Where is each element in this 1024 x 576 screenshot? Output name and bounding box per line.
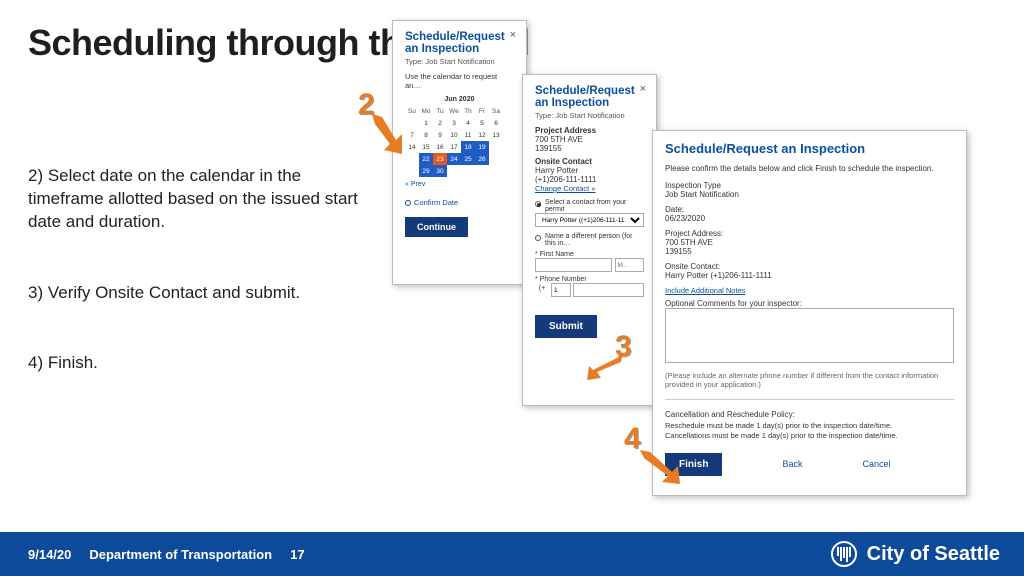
onsite-contact-value: Harry Potter (+1)206-111-1111 xyxy=(665,271,954,280)
confirm-instruction: Please confirm the details below and cli… xyxy=(665,164,954,173)
phone-label: Phone Number xyxy=(535,276,644,283)
policy-cancel: Cancellations must be made 1 day(s) prio… xyxy=(665,431,954,441)
divider xyxy=(665,399,954,400)
contact-name: Harry Potter xyxy=(535,166,644,175)
prev-link[interactable]: « Prev xyxy=(405,181,425,188)
first-name-input[interactable] xyxy=(535,258,612,272)
project-address-label: Project Address: xyxy=(665,229,954,238)
address-line1: 700 5TH AVE xyxy=(535,135,644,144)
phone-input[interactable] xyxy=(573,283,644,297)
back-link[interactable]: Back xyxy=(782,459,802,469)
policy-reschedule: Reschedule must be made 1 day(s) prior t… xyxy=(665,421,954,431)
name-different-option[interactable]: Name a different person (for this in… xyxy=(535,233,644,247)
step-4-callout: 4 xyxy=(624,422,641,456)
select-contact-label: Select a contact from your permit xyxy=(545,199,644,213)
footer-date: 9/14/20 xyxy=(28,547,71,562)
submit-button[interactable]: Submit xyxy=(535,315,597,338)
first-name-label: First Name xyxy=(535,251,644,258)
inspection-type-label: Inspection Type xyxy=(665,181,954,190)
footer-brand: City of Seattle xyxy=(831,541,1000,567)
address-line2: 139155 xyxy=(535,144,644,153)
radio-icon xyxy=(535,201,541,207)
step-3-text: 3) Verify Onsite Contact and submit. xyxy=(28,282,358,305)
project-address-1: 700 5TH AVE xyxy=(665,238,954,247)
date-label: Date: xyxy=(665,205,954,214)
date-value: 06/23/2020 xyxy=(665,214,954,223)
country-code-prefix: (+ xyxy=(535,283,549,297)
step-2-text: 2) Select date on the calendar in the ti… xyxy=(28,165,358,234)
include-notes-link[interactable]: Include Additional Notes xyxy=(665,286,745,295)
comments-label: Optional Comments for your inspector: xyxy=(665,299,954,308)
close-icon[interactable]: × xyxy=(640,83,646,95)
name-different-label: Name a different person (for this in… xyxy=(545,233,644,247)
contact-select[interactable]: Harry Potter ((+1)206-111-1111) xyxy=(535,213,644,227)
calendar-instruction: Use the calendar to request an… xyxy=(405,72,514,90)
cancel-link[interactable]: Cancel xyxy=(862,459,890,469)
close-icon[interactable]: × xyxy=(510,29,516,41)
calendar[interactable]: Jun 2020 SuMoTuWeThFrSa 123456 789101112… xyxy=(405,96,514,177)
address-label: Project Address xyxy=(535,126,644,135)
country-code-input[interactable] xyxy=(551,283,571,297)
calendar-month: Jun 2020 xyxy=(405,96,514,103)
modal-title: Schedule/Request an Inspection xyxy=(535,85,644,109)
comments-textarea[interactable] xyxy=(665,308,954,363)
confirm-date-option[interactable]: Confirm Date xyxy=(405,198,514,207)
select-contact-option[interactable]: Select a contact from your permit xyxy=(535,199,644,213)
footer: 9/14/20 Department of Transportation 17 … xyxy=(0,532,1024,576)
radio-icon xyxy=(535,235,541,241)
policy-title: Cancellation and Reschedule Policy: xyxy=(665,410,954,419)
modal-title: Schedule/Request an Inspection xyxy=(405,31,514,55)
project-address-2: 139155 xyxy=(665,247,954,256)
contact-phone: (+1)206-111-1111 xyxy=(535,175,644,184)
brand-text: City of Seattle xyxy=(867,543,1000,566)
radio-icon xyxy=(405,200,411,206)
change-contact-link[interactable]: Change Contact » xyxy=(535,184,595,193)
mi-input[interactable] xyxy=(615,258,645,272)
onsite-contact-label: Onsite Contact xyxy=(535,157,644,166)
onsite-contact-label: Onsite Contact: xyxy=(665,262,954,271)
confirm-date-label: Confirm Date xyxy=(414,198,458,207)
calendar-grid[interactable]: SuMoTuWeThFrSa 123456 78910111213 141516… xyxy=(405,105,503,177)
seattle-seal-icon xyxy=(831,541,857,567)
modal-type: Type: Job Start Notification xyxy=(405,57,514,66)
modal-type: Type: Job Start Notification xyxy=(535,111,644,120)
continue-button[interactable]: Continue xyxy=(405,217,468,237)
modal-title: Schedule/Request an Inspection xyxy=(665,141,954,156)
modal-calendar: × Schedule/Request an Inspection Type: J… xyxy=(392,20,527,285)
step-4-text: 4) Finish. xyxy=(28,352,358,375)
footer-department: Department of Transportation xyxy=(89,547,272,562)
footer-page: 17 xyxy=(290,547,304,562)
modal-confirm: Schedule/Request an Inspection Please co… xyxy=(652,130,967,496)
inspection-type-value: Job Start Notification xyxy=(665,190,954,199)
phone-note: (Please include an alternate phone numbe… xyxy=(665,371,954,389)
